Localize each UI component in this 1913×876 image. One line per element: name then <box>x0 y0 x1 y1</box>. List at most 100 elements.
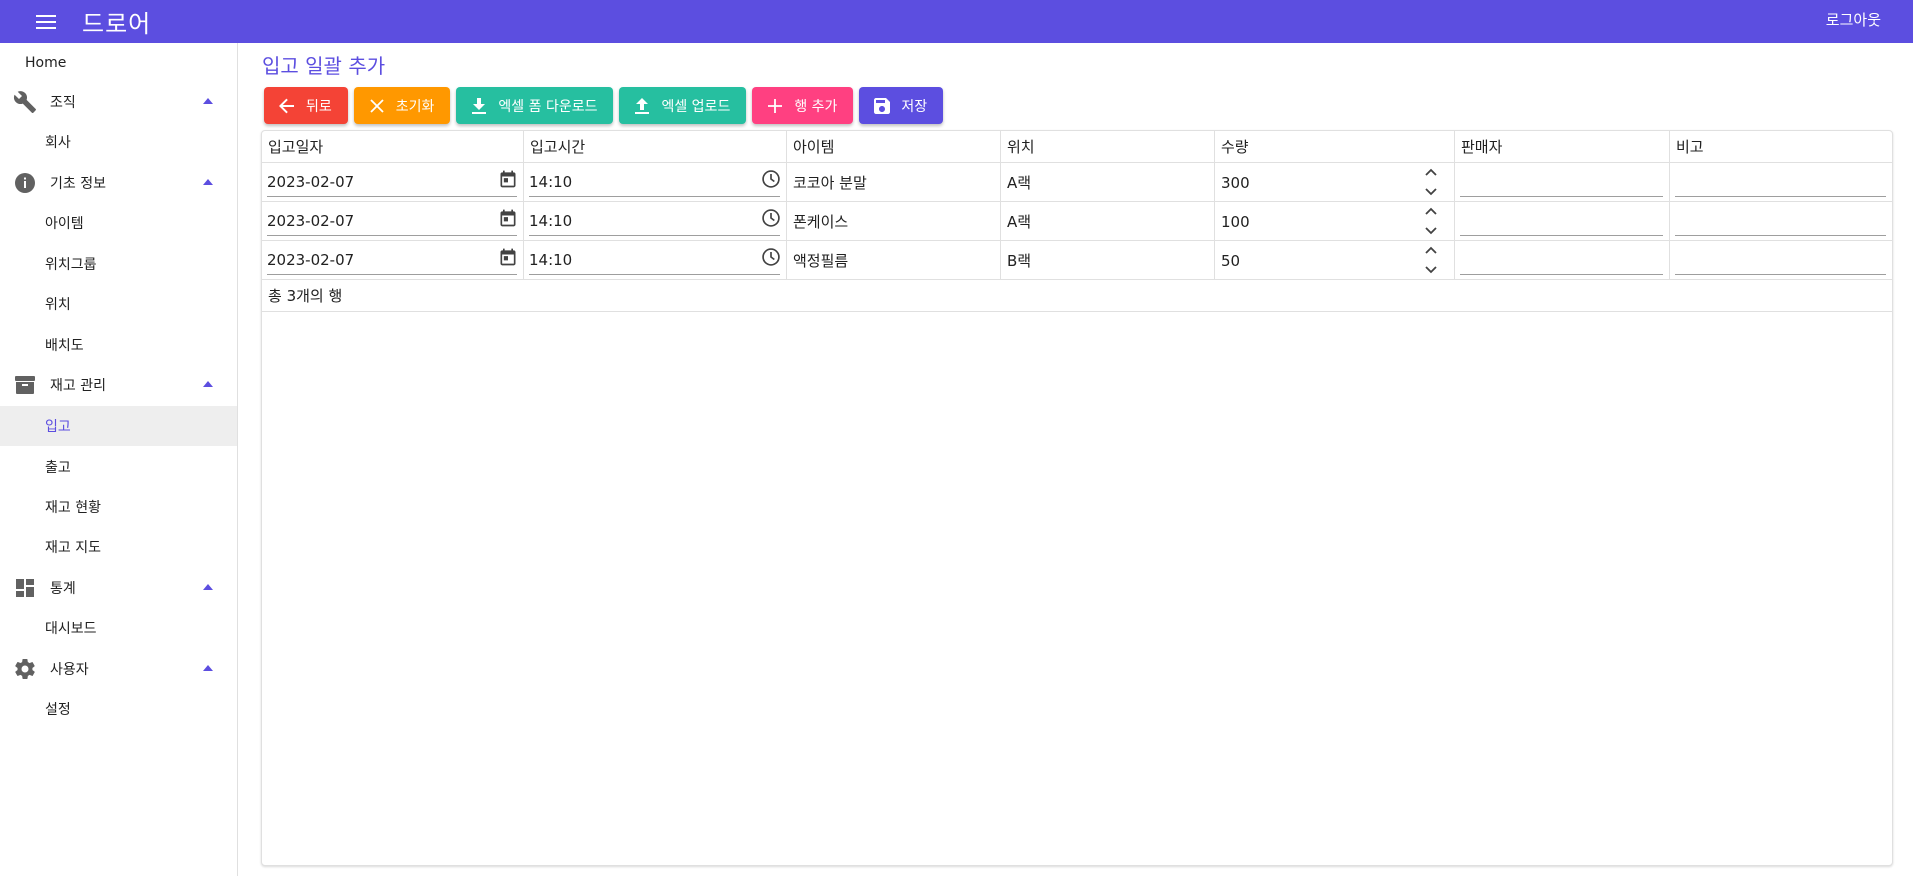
quantity-cell: 100 <box>1215 202 1455 240</box>
sidebar-item-locations[interactable]: 위치 <box>0 284 237 324</box>
item-cell[interactable]: 액정필름 <box>787 241 1001 279</box>
archive-icon <box>12 372 38 398</box>
collapse-caret-icon <box>203 98 213 104</box>
location-cell[interactable]: B랙 <box>1001 241 1215 279</box>
column-header-seller[interactable]: 판매자 <box>1455 131 1670 162</box>
time-input[interactable]: 14:10 <box>529 245 780 275</box>
sidebar-item-stock-map[interactable]: 재고 지도 <box>0 527 237 567</box>
sidebar-group-user[interactable]: 사용자 <box>0 649 237 689</box>
note-input[interactable] <box>1675 245 1886 275</box>
collapse-caret-icon <box>203 179 213 185</box>
note-input[interactable] <box>1675 167 1886 197</box>
upload-icon <box>633 97 651 115</box>
date-cell: 2023-02-07 <box>262 202 524 240</box>
column-header-note[interactable]: 비고 <box>1670 131 1892 162</box>
menu-icon[interactable] <box>24 0 68 43</box>
note-input[interactable] <box>1675 206 1886 236</box>
sidebar-group-label: 기초 정보 <box>50 176 106 192</box>
save-button[interactable]: 저장 <box>859 87 944 124</box>
excel-upload-button[interactable]: 엑셀 업로드 <box>619 87 747 124</box>
quantity-input[interactable]: 50 <box>1221 241 1240 280</box>
sidebar-item-settings[interactable]: 설정 <box>0 689 237 729</box>
column-header-item[interactable]: 아이템 <box>787 131 1001 162</box>
chevron-down-icon[interactable] <box>1424 265 1438 275</box>
chevron-down-icon[interactable] <box>1424 187 1438 197</box>
clock-icon[interactable] <box>760 207 782 229</box>
excel-upload-label: 엑셀 업로드 <box>661 98 731 115</box>
sidebar-item-layout[interactable]: 배치도 <box>0 325 237 365</box>
calendar-icon[interactable] <box>497 246 519 268</box>
date-value: 2023-02-07 <box>267 172 355 191</box>
row-count: 총 3개의 행 <box>262 280 1892 312</box>
date-input[interactable]: 2023-02-07 <box>267 167 517 197</box>
date-input[interactable]: 2023-02-07 <box>267 245 517 275</box>
seller-input[interactable] <box>1460 206 1663 236</box>
dashboard-icon <box>12 575 38 601</box>
clock-icon[interactable] <box>760 168 782 190</box>
note-cell <box>1670 202 1892 240</box>
wrench-icon <box>12 89 38 115</box>
seller-cell <box>1455 241 1670 279</box>
item-cell[interactable]: 코코아 분말 <box>787 163 1001 201</box>
time-value: 14:10 <box>529 172 573 191</box>
sidebar-group-organization[interactable]: 조직 <box>0 82 237 122</box>
gear-icon <box>12 656 38 682</box>
save-icon <box>873 97 891 115</box>
column-header-time[interactable]: 입고시간 <box>524 131 787 162</box>
reset-button-label: 초기화 <box>395 98 435 115</box>
quantity-stepper[interactable] <box>1424 167 1438 197</box>
close-icon <box>368 97 386 115</box>
sidebar-item-home[interactable]: Home <box>0 43 237 83</box>
calendar-icon[interactable] <box>497 207 519 229</box>
quantity-input[interactable]: 300 <box>1221 163 1250 202</box>
item-value: 액정필름 <box>793 252 849 270</box>
sidebar-group-inventory[interactable]: 재고 관리 <box>0 365 237 405</box>
collapse-caret-icon <box>203 381 213 387</box>
location-cell[interactable]: A랙 <box>1001 202 1215 240</box>
add-row-label: 행 추가 <box>794 98 838 115</box>
date-input[interactable]: 2023-02-07 <box>267 206 517 236</box>
column-header-date[interactable]: 입고일자 <box>262 131 524 162</box>
item-cell[interactable]: 폰케이스 <box>787 202 1001 240</box>
excel-form-download-button[interactable]: 엑셀 폼 다운로드 <box>456 87 614 124</box>
time-input[interactable]: 14:10 <box>529 167 780 197</box>
chevron-up-icon[interactable] <box>1424 206 1438 216</box>
sidebar-group-basic-info[interactable]: 기초 정보 <box>0 163 237 203</box>
column-header-quantity[interactable]: 수량 <box>1215 131 1455 162</box>
time-value: 14:10 <box>529 250 573 269</box>
back-button-label: 뒤로 <box>306 98 332 115</box>
sidebar-item-location-groups[interactable]: 위치그룹 <box>0 244 237 284</box>
back-button[interactable]: 뒤로 <box>264 87 348 124</box>
seller-input[interactable] <box>1460 167 1663 197</box>
save-button-label: 저장 <box>901 98 928 115</box>
quantity-input[interactable]: 100 <box>1221 202 1250 241</box>
plus-icon <box>766 97 784 115</box>
sidebar-item-outbound[interactable]: 출고 <box>0 447 237 487</box>
sidebar-group-statistics[interactable]: 통계 <box>0 568 237 608</box>
chevron-up-icon[interactable] <box>1424 167 1438 177</box>
add-row-button[interactable]: 행 추가 <box>752 87 854 124</box>
grid-header: 입고일자 입고시간 아이템 위치 수량 판매자 비고 <box>262 131 1892 163</box>
sidebar-group-label: 통계 <box>50 581 76 597</box>
quantity-stepper[interactable] <box>1424 245 1438 275</box>
sidebar-item-items[interactable]: 아이템 <box>0 203 237 243</box>
reset-button[interactable]: 초기화 <box>353 87 451 124</box>
sidebar-item-dashboard[interactable]: 대시보드 <box>0 608 237 648</box>
sidebar-item-inbound[interactable]: 입고 <box>0 406 237 446</box>
column-header-location[interactable]: 위치 <box>1001 131 1215 162</box>
chevron-up-icon[interactable] <box>1424 245 1438 255</box>
location-cell[interactable]: A랙 <box>1001 163 1215 201</box>
calendar-icon[interactable] <box>497 168 519 190</box>
clock-icon[interactable] <box>760 246 782 268</box>
logout-button[interactable]: 로그아웃 <box>1826 9 1881 30</box>
sidebar-item-stock-status[interactable]: 재고 현황 <box>0 487 237 527</box>
time-input[interactable]: 14:10 <box>529 206 780 236</box>
table-row: 2023-02-07 14:10 코코아 분말 A랙 300 <box>262 163 1892 202</box>
table-row: 2023-02-07 14:10 폰케이스 A랙 100 <box>262 202 1892 241</box>
sidebar-group-label: 사용자 <box>50 662 89 678</box>
sidebar-item-company[interactable]: 회사 <box>0 122 237 162</box>
date-value: 2023-02-07 <box>267 250 355 269</box>
chevron-down-icon[interactable] <box>1424 226 1438 236</box>
seller-input[interactable] <box>1460 245 1663 275</box>
quantity-stepper[interactable] <box>1424 206 1438 236</box>
